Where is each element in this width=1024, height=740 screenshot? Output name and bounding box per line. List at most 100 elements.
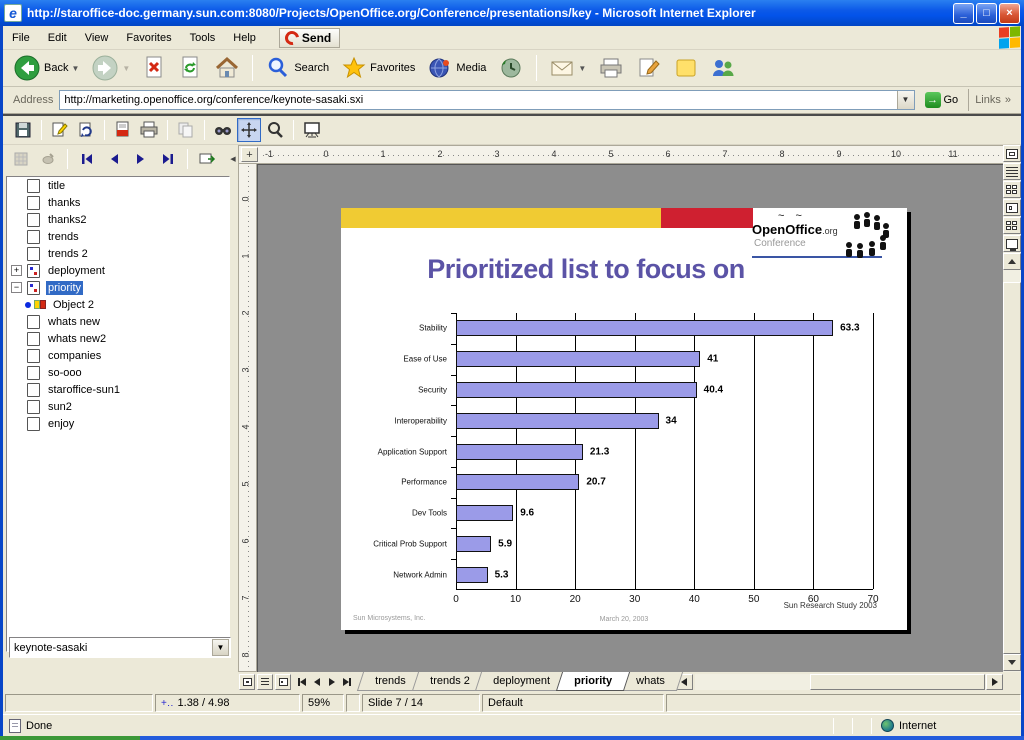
- menu-edit[interactable]: Edit: [39, 28, 76, 48]
- vertical-scrollbar[interactable]: [1003, 145, 1021, 672]
- scroll-down-button[interactable]: [1003, 654, 1021, 671]
- menu-favorites[interactable]: Favorites: [117, 28, 180, 48]
- tree-item-trends[interactable]: trends: [7, 228, 229, 245]
- history-button[interactable]: [494, 52, 528, 84]
- home-button[interactable]: [210, 52, 244, 84]
- address-url[interactable]: http://marketing.openoffice.org/conferen…: [60, 94, 896, 106]
- copy-button[interactable]: [174, 118, 198, 142]
- document-selector-dropdown-icon[interactable]: ▼: [212, 639, 229, 656]
- tree-item-thanks[interactable]: thanks: [7, 194, 229, 211]
- menu-file[interactable]: File: [3, 28, 39, 48]
- discuss-button[interactable]: [670, 53, 702, 83]
- zoom-button[interactable]: [263, 118, 287, 142]
- tree-item-label[interactable]: staroffice-sun1: [46, 383, 122, 397]
- save-button[interactable]: [11, 118, 35, 142]
- tree-item-label[interactable]: trends: [46, 230, 81, 244]
- scroll-right-button[interactable]: [986, 674, 1003, 690]
- mail-button[interactable]: ▼: [545, 53, 590, 83]
- ruler-origin-button[interactable]: +: [241, 147, 258, 162]
- outline-view-button[interactable]: [1003, 163, 1021, 180]
- first-slide-button[interactable]: [75, 147, 99, 171]
- tree-item-label[interactable]: trends 2: [46, 247, 90, 261]
- favorites-button[interactable]: Favorites: [337, 52, 419, 84]
- tree-item-staroffice-sun1[interactable]: staroffice-sun1: [7, 381, 229, 398]
- tree-item-label[interactable]: title: [46, 179, 67, 193]
- media-button[interactable]: Media: [423, 52, 490, 84]
- export-pdf-button[interactable]: [111, 118, 135, 142]
- tree-item-sun2[interactable]: sun2: [7, 398, 229, 415]
- mail-dropdown-icon[interactable]: ▼: [578, 64, 586, 73]
- tree-item-label[interactable]: whats new2: [46, 332, 108, 346]
- panel-splitter[interactable]: ◀: [228, 145, 238, 172]
- last-tab-button[interactable]: [339, 674, 354, 690]
- slide-show-effects-button[interactable]: [195, 147, 219, 171]
- back-dropdown-icon[interactable]: ▼: [71, 64, 79, 73]
- page-style-cell[interactable]: Default: [482, 694, 664, 712]
- first-tab-button[interactable]: [294, 674, 309, 690]
- previous-tab-button[interactable]: [309, 674, 324, 690]
- slide[interactable]: ~ ~ OpenOffice.org Conference Prioritize…: [341, 208, 907, 630]
- vertical-scroll-thumb[interactable]: [1003, 282, 1021, 654]
- drawing-view-button[interactable]: [1003, 145, 1021, 162]
- tabbar-mode-button-1[interactable]: [239, 674, 255, 690]
- search-button[interactable]: Search: [261, 52, 333, 84]
- tree-item-whats-new2[interactable]: whats new2: [7, 330, 229, 347]
- print-button[interactable]: [594, 53, 628, 83]
- next-slide-button[interactable]: [129, 147, 153, 171]
- tree-item-label[interactable]: so-ooo: [46, 366, 84, 380]
- vertical-ruler[interactable]: 012345678: [238, 164, 257, 672]
- tree-item-label[interactable]: companies: [46, 349, 103, 363]
- tab-priority[interactable]: priority: [556, 672, 630, 691]
- back-button[interactable]: Back ▼: [9, 51, 83, 85]
- edit-file-button[interactable]: [48, 118, 72, 142]
- tabbar-mode-button-2[interactable]: [257, 674, 273, 690]
- tree-item-object-2[interactable]: Object 2: [7, 296, 229, 313]
- tree-item-thanks2[interactable]: thanks2: [7, 211, 229, 228]
- last-slide-button[interactable]: [156, 147, 180, 171]
- previous-slide-button[interactable]: [102, 147, 126, 171]
- horizontal-ruler[interactable]: + -101234567891011: [238, 145, 1004, 164]
- links-button[interactable]: Links »: [968, 89, 1017, 111]
- document-canvas[interactable]: ~ ~ OpenOffice.org Conference Prioritize…: [257, 164, 1004, 672]
- tree-item-so-ooo[interactable]: so-ooo: [7, 364, 229, 381]
- start-presentation-button[interactable]: [1003, 235, 1021, 252]
- reload-button[interactable]: [74, 118, 98, 142]
- presentation-button[interactable]: [300, 118, 324, 142]
- zoom-level-cell[interactable]: 59%: [302, 694, 344, 712]
- stop-button[interactable]: [138, 52, 170, 84]
- notes-view-button[interactable]: [1003, 199, 1021, 216]
- print-file-button[interactable]: [137, 118, 161, 142]
- tree-item-label[interactable]: whats new: [46, 315, 102, 329]
- address-dropdown-icon[interactable]: ▼: [897, 91, 914, 109]
- tabbar-mode-button-3[interactable]: [275, 674, 291, 690]
- refresh-button[interactable]: [174, 52, 206, 84]
- messenger-button[interactable]: [706, 53, 740, 83]
- collapse-icon[interactable]: −: [11, 282, 22, 293]
- tree-item-label[interactable]: thanks2: [46, 213, 89, 227]
- tree-item-deployment[interactable]: + deployment: [7, 262, 229, 279]
- scroll-up-button[interactable]: [1003, 253, 1021, 270]
- next-tab-button[interactable]: [324, 674, 339, 690]
- tree-item-label[interactable]: enjoy: [46, 417, 76, 431]
- edit-button[interactable]: [632, 53, 666, 83]
- forward-button[interactable]: ▼: [87, 51, 134, 85]
- tree-item-enjoy[interactable]: enjoy: [7, 415, 229, 432]
- minimize-button[interactable]: _: [953, 3, 974, 24]
- tree-item-trends-2[interactable]: trends 2: [7, 245, 229, 262]
- tree-item-title[interactable]: title: [7, 177, 229, 194]
- navigator-move-button[interactable]: [237, 118, 261, 142]
- menu-help[interactable]: Help: [224, 28, 265, 48]
- horizontal-scroll-thumb[interactable]: [810, 674, 985, 690]
- expand-icon[interactable]: +: [11, 265, 22, 276]
- maximize-button[interactable]: □: [976, 3, 997, 24]
- tree-item-label[interactable]: deployment: [46, 264, 107, 278]
- find-button[interactable]: [211, 118, 235, 142]
- document-selector[interactable]: keynote-sasaki ▼: [9, 637, 231, 658]
- tree-item-label[interactable]: priority: [46, 281, 83, 295]
- tree-item-label[interactable]: Object 2: [51, 298, 96, 312]
- tree-item-priority[interactable]: − priority: [7, 279, 229, 296]
- send-button[interactable]: Send: [279, 28, 340, 48]
- address-input[interactable]: http://marketing.openoffice.org/conferen…: [59, 90, 914, 110]
- slide-view-button[interactable]: [1003, 181, 1021, 198]
- handout-view-button[interactable]: [1003, 217, 1021, 234]
